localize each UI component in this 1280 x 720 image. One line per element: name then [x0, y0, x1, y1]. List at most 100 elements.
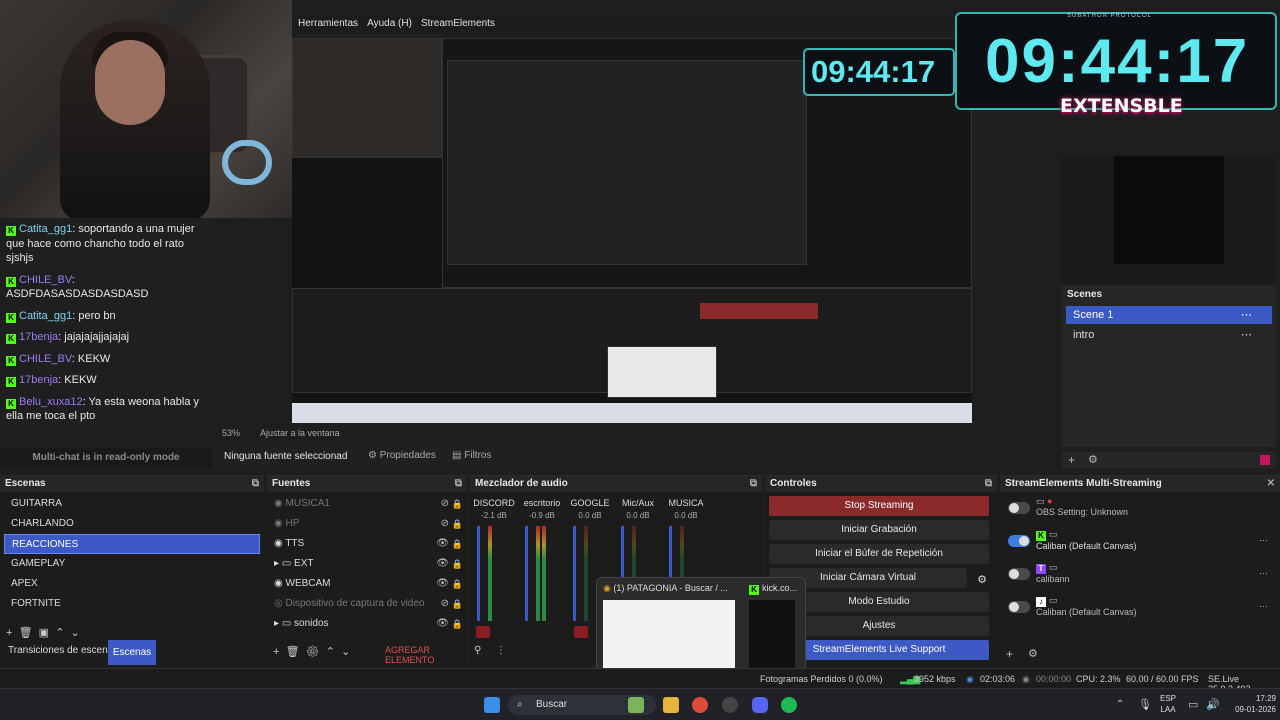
scene-gameplay[interactable]: GAMEPLAY [4, 554, 260, 574]
more-icon[interactable]: ⋯ [1259, 535, 1268, 546]
gear-icon[interactable]: ⚙ [977, 573, 987, 586]
trash-icon[interactable]: 🗑 [19, 627, 33, 639]
source-musica1[interactable]: ◉ MUSICA1 ⊘ 🔒 [267, 494, 467, 514]
language-indicator[interactable]: ESP LAA [1160, 693, 1176, 715]
more-icon[interactable]: ⋯ [1259, 601, 1268, 612]
popup-tab-chrome[interactable]: ◉ (1) PATAGONIA - Buscar / ... [603, 583, 733, 594]
eye-icon[interactable]: 👁 [436, 534, 449, 554]
volume-fader[interactable] [525, 526, 528, 621]
source-sonidos[interactable]: ▸ ▭ sonidos 👁 🔒 [267, 614, 467, 634]
scene-guitarra[interactable]: GUITARRA [4, 494, 260, 514]
gear-icon[interactable]: ⚙ [306, 646, 320, 658]
fit-window[interactable]: Ajustar a la ventana [260, 428, 340, 438]
popup-tab-kick[interactable]: Kkick.co... [749, 583, 797, 595]
gear-icon[interactable]: ⚙ [1028, 647, 1038, 660]
replay-buffer-button[interactable]: Iniciar el Búfer de Repetición [769, 544, 989, 564]
add-icon[interactable]: + [1068, 453, 1075, 467]
hidden-eye-icon[interactable]: ⊘ [441, 494, 449, 514]
chevron-down-icon[interactable]: ⌄ [341, 646, 350, 658]
chevron-up-icon[interactable]: ⌃ [326, 646, 335, 658]
source-capture-device[interactable]: ◎ Dispositivo de captura de video ⊘ 🔒 [267, 594, 467, 614]
eye-icon[interactable]: 👁 [436, 574, 449, 594]
chevron-right-icon[interactable]: ▸ [274, 558, 282, 569]
filters-button[interactable]: ▤ Filtros [452, 450, 491, 461]
add-icon[interactable]: + [273, 646, 279, 658]
filter-icon[interactable]: ▣ [39, 627, 49, 639]
close-icon[interactable]: ✕ [1267, 476, 1275, 492]
scene-fortnite[interactable]: FORTNITE [4, 594, 260, 614]
undock-icon[interactable]: ⧉ [455, 476, 462, 492]
trash-icon[interactable]: 🗑 [286, 646, 300, 658]
mute-icon[interactable] [476, 626, 490, 638]
network-icon[interactable]: ▭ [1188, 698, 1198, 711]
menu-streamelements[interactable]: StreamElements [421, 15, 495, 33]
toggle[interactable] [1008, 568, 1030, 580]
add-element-button[interactable]: AGREGAR ELEMENTO [385, 645, 467, 665]
source-hp[interactable]: ◉ HP ⊘ 🔒 [267, 514, 467, 534]
volume-fader[interactable] [573, 526, 576, 621]
undock-icon[interactable]: ⧉ [252, 476, 259, 492]
lock-icon[interactable]: 🔒 [452, 574, 463, 594]
eye-icon[interactable]: 👁 [436, 614, 449, 634]
source-tts[interactable]: ◉ TTS 👁 🔒 [267, 534, 467, 554]
stop-streaming-button[interactable]: Stop Streaming [769, 496, 989, 516]
start-recording-button[interactable]: Iniciar Grabación [769, 520, 989, 540]
discord-icon[interactable] [752, 697, 768, 713]
scene-apex[interactable]: APEX [4, 574, 260, 594]
tab-transitions[interactable]: Transiciones de escena [8, 645, 113, 656]
toggle[interactable] [1008, 502, 1030, 514]
source-webcam[interactable]: ◉ WEBCAM 👁 🔒 [267, 574, 467, 594]
source-ext[interactable]: ▸ ▭ EXT 👁 🔒 [267, 554, 467, 574]
scene-item-scene1[interactable]: Scene 1 ⋯ [1066, 306, 1272, 324]
add-icon[interactable]: + [1006, 647, 1013, 661]
more-icon[interactable]: ⋯ [1259, 568, 1268, 579]
popup-thumbnail-kick[interactable] [749, 600, 795, 672]
scene-reacciones[interactable]: REACCIONES [4, 534, 260, 554]
source-toolbar: + 🗑 ⚙ ⌃ ⌄ [273, 645, 350, 658]
undock-icon[interactable]: ⧉ [750, 476, 757, 492]
toggle[interactable] [1008, 535, 1030, 547]
zoom-level[interactable]: 53% [222, 428, 240, 438]
chevron-up-icon[interactable]: ⌃ [55, 627, 64, 639]
tray-chevron-icon[interactable]: ⌃ [1116, 699, 1124, 710]
toggle[interactable] [1008, 601, 1030, 613]
file-explorer-icon[interactable] [663, 697, 679, 713]
tab-scenes[interactable]: Escenas [108, 640, 156, 665]
scene-item-intro[interactable]: intro ⋯ [1066, 326, 1272, 344]
undock-icon[interactable]: ⧉ [985, 476, 992, 492]
lock-icon[interactable]: 🔒 [452, 614, 463, 634]
windows-start-icon[interactable] [484, 697, 500, 713]
hidden-eye-icon[interactable]: ⊘ [441, 594, 449, 614]
volume-fader[interactable] [477, 526, 480, 621]
chevron-right-icon[interactable]: ▸ [274, 618, 282, 629]
microphone-icon[interactable]: 🎙 [1138, 698, 1152, 711]
record-icon[interactable] [1260, 455, 1270, 465]
more-icon[interactable]: ⋯ [1241, 306, 1252, 324]
mixer-link-icon[interactable]: ⚲ [474, 645, 481, 656]
spotify-icon[interactable] [781, 697, 797, 713]
scene-charlando[interactable]: CHARLANDO [4, 514, 260, 534]
obs-icon[interactable] [722, 697, 738, 713]
popup-thumbnail-chrome[interactable] [603, 600, 735, 672]
chrome-icon[interactable] [692, 697, 708, 713]
lock-icon[interactable]: 🔒 [452, 494, 463, 514]
taskbar-preview-popup[interactable]: ◉ (1) PATAGONIA - Buscar / ... Kkick.co.… [596, 577, 806, 679]
properties-button[interactable]: ⚙ Propiedades [368, 450, 436, 461]
hidden-eye-icon[interactable]: ⊘ [441, 514, 449, 534]
more-icon[interactable]: ⋮ [496, 645, 506, 656]
mute-icon[interactable] [574, 626, 588, 638]
volume-icon[interactable]: 🔊 [1206, 698, 1220, 711]
eye-icon[interactable]: 👁 [436, 554, 449, 574]
menu-tools[interactable]: Herramientas [298, 15, 358, 33]
gear-icon[interactable]: ⚙ [1088, 453, 1098, 466]
lock-icon[interactable]: 🔒 [452, 594, 463, 614]
lock-icon[interactable]: 🔒 [452, 514, 463, 534]
menu-help[interactable]: Ayuda (H) [367, 15, 412, 33]
add-icon[interactable]: + [6, 627, 12, 639]
lock-icon[interactable]: 🔒 [452, 534, 463, 554]
clock[interactable]: 17:29 09-01-2026 [1226, 693, 1276, 715]
chevron-down-icon[interactable]: ⌄ [71, 627, 80, 639]
more-icon[interactable]: ⋯ [1241, 326, 1252, 344]
lock-icon[interactable]: 🔒 [452, 554, 463, 574]
scenes-vertical-dock: Scenes Scene 1 ⋯ intro ⋯ [1062, 285, 1276, 447]
